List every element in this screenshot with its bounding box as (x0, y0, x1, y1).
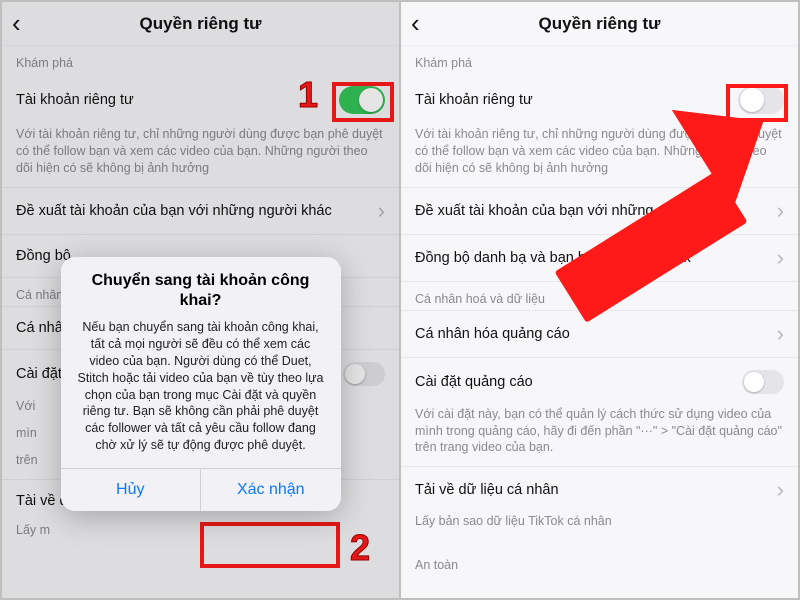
suggest-row[interactable]: Đề xuất tài khoản của bạn với những ngườ… (2, 187, 399, 235)
ads-personal-label: Cá nhân hóa quảng cáo (415, 325, 769, 343)
ads-personal-row[interactable]: Cá nhân hóa quảng cáo › (401, 310, 798, 358)
suggest-row[interactable]: Đề xuất tài khoản của bạn với những ngườ… (401, 187, 798, 235)
ads-settings-toggle[interactable] (742, 370, 784, 394)
chevron-right-icon: › (777, 200, 784, 222)
section-safety: An toàn (401, 540, 798, 576)
download-sub: Lấy m (2, 522, 399, 549)
private-account-desc: Với tài khoản riêng tư, chỉ những người … (2, 126, 399, 187)
back-icon[interactable]: ‹ (12, 2, 21, 45)
sync-label: Đồng bộ danh bạ và bạn bè trên Facebook (415, 249, 769, 267)
download-sub: Lấy bản sao dữ liệu TikTok cá nhân (401, 513, 798, 540)
chevron-right-icon: › (378, 200, 385, 222)
ads-settings-label: Cài đặt quảng cáo (415, 373, 734, 391)
private-account-toggle[interactable] (339, 86, 385, 114)
private-account-desc: Với tài khoản riêng tư, chỉ những người … (401, 126, 798, 187)
private-account-row: Tài khoản riêng tư (2, 74, 399, 126)
private-account-row: Tài khoản riêng tư (401, 74, 798, 126)
page-title: Quyền riêng tư (140, 14, 262, 34)
download-row[interactable]: Tải về dữ liệu cá nhân › (401, 466, 798, 513)
ads-settings-toggle[interactable] (343, 362, 385, 386)
confirm-modal: Chuyển sang tài khoản công khai? Nếu bạn… (61, 257, 341, 511)
section-discover: Khám phá (2, 46, 399, 74)
ads-desc: Với cài đặt này, bạn có thể quản lý cách… (401, 406, 798, 467)
section-discover: Khám phá (401, 46, 798, 74)
suggest-label: Đề xuất tài khoản của bạn với những ngườ… (415, 202, 769, 220)
chevron-right-icon: › (777, 247, 784, 269)
ads-settings-row: Cài đặt quảng cáo (401, 358, 798, 406)
private-account-label: Tài khoản riêng tư (415, 91, 730, 109)
header: ‹ Quyền riêng tư (2, 2, 399, 46)
back-icon[interactable]: ‹ (411, 2, 420, 45)
private-account-toggle[interactable] (738, 86, 784, 114)
section-personal: Cá nhân hoá và dữ liệu (401, 282, 798, 310)
chevron-right-icon: › (777, 323, 784, 345)
header: ‹ Quyền riêng tư (401, 2, 798, 46)
confirm-button[interactable]: Xác nhận (200, 469, 341, 511)
cancel-button[interactable]: Hủy (61, 469, 201, 511)
private-account-label: Tài khoản riêng tư (16, 91, 331, 109)
sync-row[interactable]: Đồng bộ danh bạ và bạn bè trên Facebook … (401, 235, 798, 282)
left-screenshot: ‹ Quyền riêng tư Khám phá Tài khoản riên… (2, 2, 399, 598)
page-title: Quyền riêng tư (539, 14, 661, 34)
download-label: Tải về dữ liệu cá nhân (415, 481, 769, 499)
modal-title: Chuyển sang tài khoản công khai? (61, 257, 341, 313)
right-screenshot: ‹ Quyền riêng tư Khám phá Tài khoản riên… (399, 2, 798, 598)
suggest-label: Đề xuất tài khoản của bạn với những ngườ… (16, 202, 370, 220)
modal-body: Nếu bạn chuyển sang tài khoản công khai,… (61, 313, 341, 468)
chevron-right-icon: › (777, 479, 784, 501)
